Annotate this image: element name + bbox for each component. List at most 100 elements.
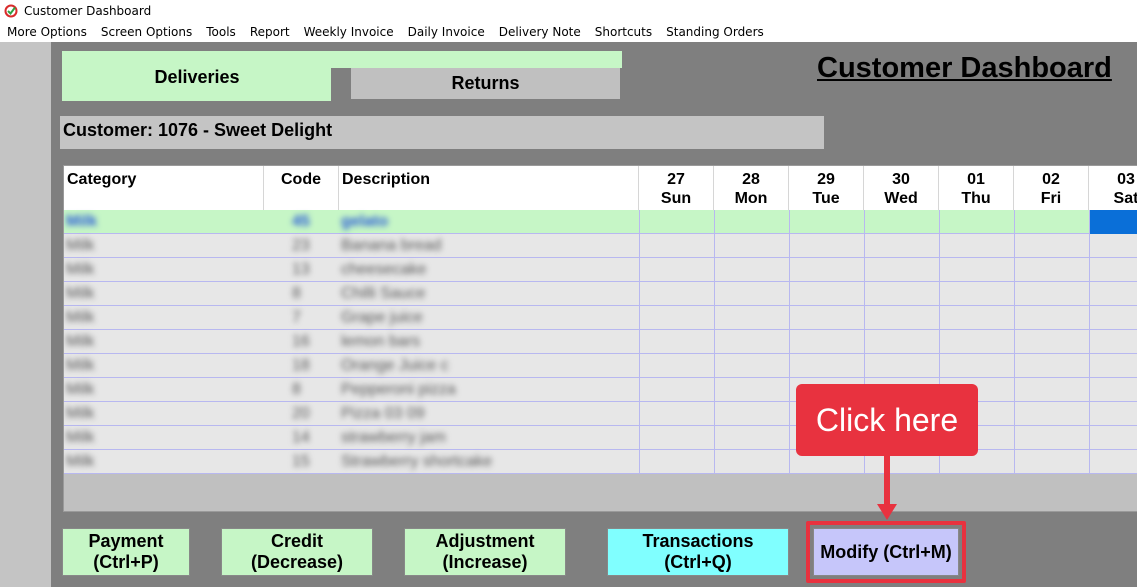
qty-cell[interactable]: [864, 330, 939, 354]
qty-cell[interactable]: [864, 282, 939, 306]
qty-cell[interactable]: [1014, 402, 1089, 426]
qty-cell[interactable]: [1014, 426, 1089, 450]
qty-cell[interactable]: [864, 234, 939, 258]
qty-cell[interactable]: [639, 402, 714, 426]
qty-cell[interactable]: [639, 378, 714, 402]
column-header-category[interactable]: Category: [64, 166, 264, 210]
qty-cell[interactable]: [864, 258, 939, 282]
qty-cell[interactable]: [714, 258, 789, 282]
qty-cell[interactable]: [1014, 330, 1089, 354]
qty-cell[interactable]: [1089, 306, 1137, 330]
qty-cell[interactable]: [714, 426, 789, 450]
qty-cell[interactable]: [639, 210, 714, 234]
qty-cell[interactable]: [714, 306, 789, 330]
column-header-day[interactable]: 29 Tue: [789, 166, 864, 210]
qty-cell[interactable]: [1089, 450, 1137, 474]
qty-cell[interactable]: [714, 378, 789, 402]
qty-cell[interactable]: [789, 258, 864, 282]
transactions-button[interactable]: Transactions (Ctrl+Q): [607, 528, 789, 576]
qty-cell-selected[interactable]: [1089, 210, 1137, 234]
table-row[interactable]: Milk 16 lemon bars: [64, 330, 1137, 354]
qty-cell[interactable]: [714, 402, 789, 426]
qty-cell[interactable]: [789, 306, 864, 330]
payment-button[interactable]: Payment (Ctrl+P): [62, 528, 190, 576]
qty-cell[interactable]: [714, 330, 789, 354]
qty-cell[interactable]: [714, 210, 789, 234]
qty-cell[interactable]: [789, 234, 864, 258]
column-header-code[interactable]: Code: [264, 166, 339, 210]
qty-cell[interactable]: [789, 210, 864, 234]
column-header-day[interactable]: 01 Thu: [939, 166, 1014, 210]
qty-cell[interactable]: [639, 354, 714, 378]
qty-cell[interactable]: [639, 330, 714, 354]
qty-cell[interactable]: [1014, 282, 1089, 306]
qty-cell[interactable]: [864, 306, 939, 330]
credit-button[interactable]: Credit (Decrease): [221, 528, 373, 576]
menu-tools[interactable]: Tools: [199, 25, 243, 39]
menu-more-options[interactable]: More Options: [0, 25, 94, 39]
column-header-day[interactable]: 03 Sat: [1089, 166, 1137, 210]
qty-cell[interactable]: [639, 426, 714, 450]
menu-weekly-invoice[interactable]: Weekly Invoice: [297, 25, 401, 39]
qty-cell[interactable]: [639, 234, 714, 258]
qty-cell[interactable]: [1089, 258, 1137, 282]
qty-cell[interactable]: [1014, 234, 1089, 258]
table-row[interactable]: Milk 7 Grape juice: [64, 306, 1137, 330]
qty-cell[interactable]: [1014, 378, 1089, 402]
qty-cell[interactable]: [939, 306, 1014, 330]
page-title: Customer Dashboard: [817, 52, 1112, 84]
qty-cell[interactable]: [1014, 258, 1089, 282]
qty-cell[interactable]: [1089, 354, 1137, 378]
qty-cell[interactable]: [864, 210, 939, 234]
table-row[interactable]: Milk 23 Banana bread: [64, 234, 1137, 258]
column-header-day[interactable]: 30 Wed: [864, 166, 939, 210]
menu-shortcuts[interactable]: Shortcuts: [588, 25, 659, 39]
cell-code: 8: [292, 285, 301, 302]
qty-cell[interactable]: [714, 450, 789, 474]
menu-daily-invoice[interactable]: Daily Invoice: [401, 25, 492, 39]
adjustment-button[interactable]: Adjustment (Increase): [404, 528, 566, 576]
qty-cell[interactable]: [789, 354, 864, 378]
qty-cell[interactable]: [939, 282, 1014, 306]
qty-cell[interactable]: [714, 282, 789, 306]
qty-cell[interactable]: [939, 258, 1014, 282]
table-row[interactable]: Milk 8 Chilli Sauce: [64, 282, 1137, 306]
menu-delivery-note[interactable]: Delivery Note: [492, 25, 588, 39]
qty-cell[interactable]: [939, 330, 1014, 354]
menu-standing-orders[interactable]: Standing Orders: [659, 25, 771, 39]
table-row[interactable]: Milk 18 Orange Juice c: [64, 354, 1137, 378]
qty-cell[interactable]: [1089, 330, 1137, 354]
qty-cell[interactable]: [939, 354, 1014, 378]
column-header-description[interactable]: Description: [339, 166, 639, 210]
qty-cell[interactable]: [789, 282, 864, 306]
qty-cell[interactable]: [639, 258, 714, 282]
qty-cell[interactable]: [939, 234, 1014, 258]
qty-cell[interactable]: [714, 354, 789, 378]
qty-cell[interactable]: [639, 450, 714, 474]
day-date: 02: [1042, 171, 1060, 188]
qty-cell[interactable]: [1014, 306, 1089, 330]
table-row[interactable]: Milk 45 gelato: [64, 210, 1137, 234]
qty-cell[interactable]: [864, 354, 939, 378]
menu-report[interactable]: Report: [243, 25, 297, 39]
qty-cell[interactable]: [639, 282, 714, 306]
table-row[interactable]: Milk 13 cheesecake: [64, 258, 1137, 282]
qty-cell[interactable]: [1089, 402, 1137, 426]
column-header-day[interactable]: 27 Sun: [639, 166, 714, 210]
column-header-day[interactable]: 02 Fri: [1014, 166, 1089, 210]
qty-cell[interactable]: [1014, 354, 1089, 378]
tab-returns[interactable]: Returns: [351, 68, 620, 99]
cell-description: Strawberry shortcake: [341, 453, 493, 470]
qty-cell[interactable]: [1089, 282, 1137, 306]
qty-cell[interactable]: [1014, 210, 1089, 234]
qty-cell[interactable]: [789, 330, 864, 354]
qty-cell[interactable]: [714, 234, 789, 258]
qty-cell[interactable]: [939, 210, 1014, 234]
qty-cell[interactable]: [1089, 378, 1137, 402]
qty-cell[interactable]: [1089, 426, 1137, 450]
column-header-day[interactable]: 28 Mon: [714, 166, 789, 210]
qty-cell[interactable]: [1014, 450, 1089, 474]
qty-cell[interactable]: [639, 306, 714, 330]
menu-screen-options[interactable]: Screen Options: [94, 25, 199, 39]
qty-cell[interactable]: [1089, 234, 1137, 258]
